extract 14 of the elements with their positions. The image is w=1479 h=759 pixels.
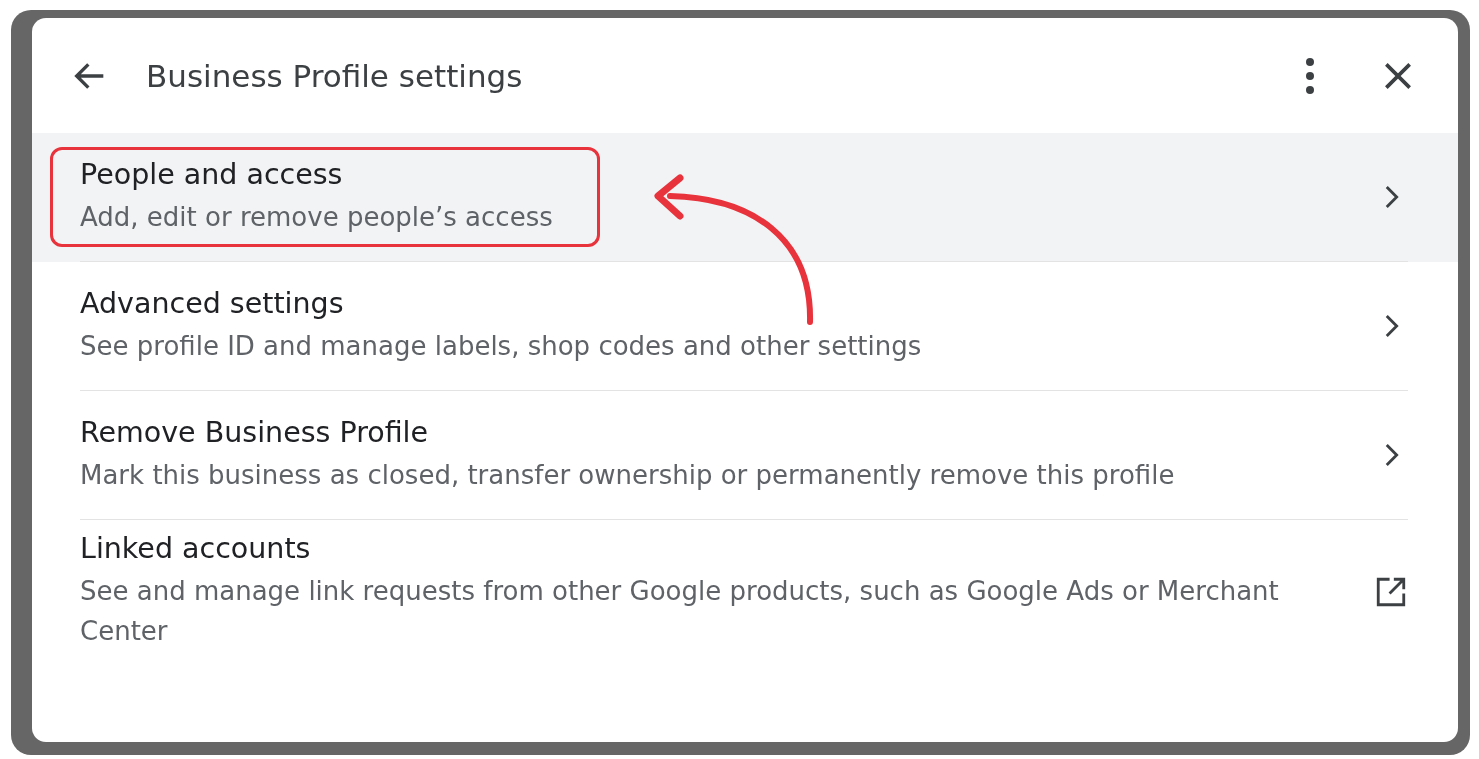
settings-row[interactable]: Remove Business Profile Mark this business as closed, transfer ownership or permanently remove this profile (32, 391, 1458, 520)
row-description: Add, edit or remove people’s access (80, 200, 554, 234)
settings-row[interactable]: Advanced settings See profile ID and manage labels, shop codes and other settings (32, 262, 1458, 391)
settings-row[interactable]: People and access Add, edit or remove people’s access (32, 133, 1458, 262)
row-description: See and manage link requests from other Google products, such as Google Ads or Merchant Center (80, 575, 1280, 648)
row-title: Advanced settings (80, 286, 345, 320)
row-description: Mark this business as closed, transfer ownership or permanently remove this profile (80, 458, 1176, 492)
settings-row[interactable]: Linked accounts See and manage link requests from other Google products, such as Google Ads or Merchant Center (32, 520, 1458, 681)
row-description: See profile ID and manage labels, shop codes and other settings (80, 329, 923, 363)
row-title: People and access (80, 157, 344, 191)
dialog-title: Business Profile settings (146, 57, 524, 94)
row-title: Linked accounts (80, 532, 312, 565)
row-title: Remove Business Profile (80, 415, 430, 449)
more-vertical-icon (1306, 57, 1314, 94)
